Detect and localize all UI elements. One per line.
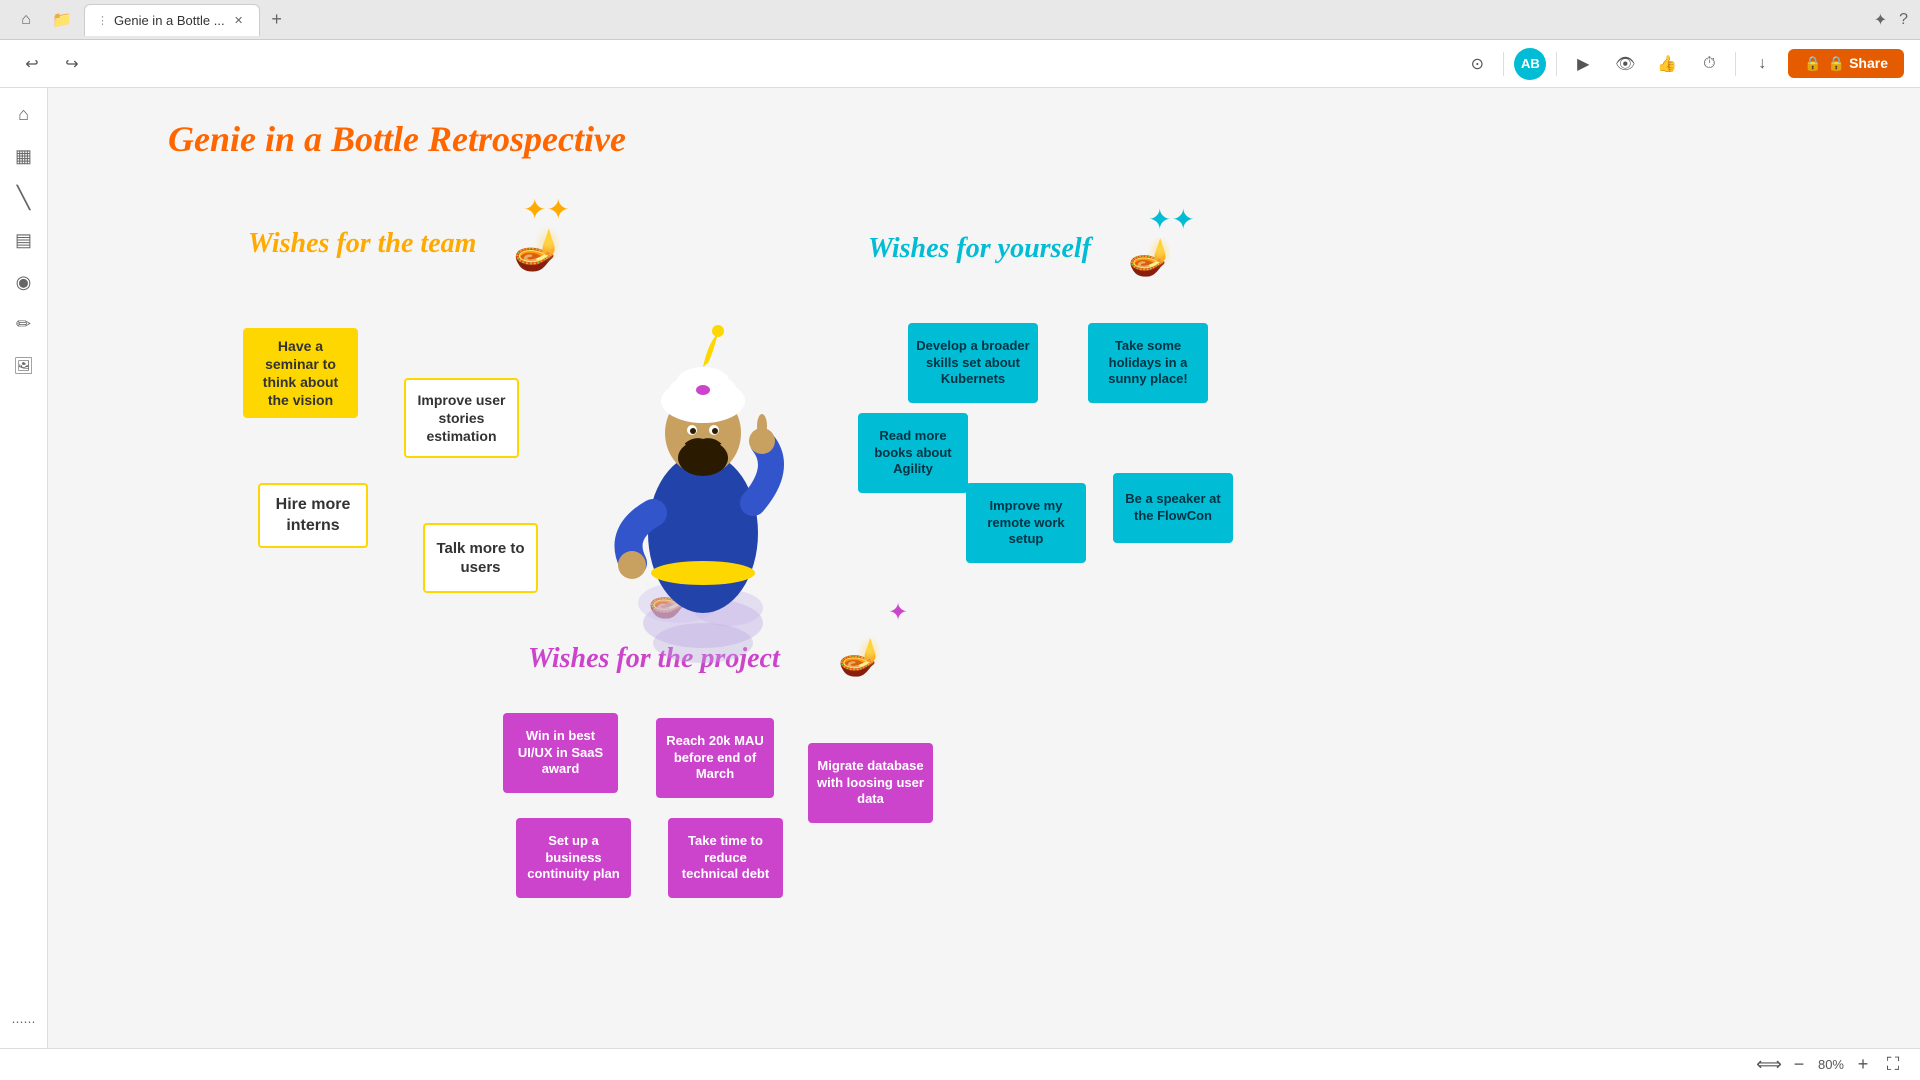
section-team-header: Wishes for the team (248, 228, 476, 260)
section-yourself-header: Wishes for yourself (868, 233, 1091, 265)
timer-btn[interactable]: ⏱ (1693, 48, 1725, 80)
canvas[interactable]: Genie in a Bottle Retrospective Wishes f… (48, 88, 1920, 1048)
nav-files[interactable]: 📁 (48, 6, 76, 34)
active-tab[interactable]: ⋮ Genie in a Bottle ... ✕ (84, 4, 260, 36)
avatar: AB (1514, 48, 1546, 80)
sidebar-item-shapes[interactable]: ◉ (6, 264, 42, 300)
sticky-project-database[interactable]: Migrate database with loosing user data (808, 743, 933, 823)
sidebar-item-home[interactable]: ⌂ (6, 96, 42, 132)
page-title: Genie in a Bottle Retrospective (168, 118, 626, 160)
sidebar-item-table[interactable]: ▤ (6, 222, 42, 258)
lamp-team-icon: 🪔 (513, 226, 563, 273)
main-area: ⌂ ▦ ╲ ▤ ◉ ✏ 🖼 ⋯⋯ Genie in a Bottle Retro… (0, 88, 1920, 1048)
tab-close-btn[interactable]: ✕ (231, 12, 247, 28)
toolbar: ↩ ↪ ⊙ AB ▶ 👁 👍 ⏱ ↓ 🔒 🔒 Share (0, 40, 1920, 88)
sticky-team-interns[interactable]: Hire more interns (258, 483, 368, 548)
sidebar-item-grid[interactable]: ▦ (6, 138, 42, 174)
tab-label: Genie in a Bottle ... (114, 13, 225, 28)
sticky-project-continuity[interactable]: Set up a business continuity plan (516, 818, 631, 898)
play-btn[interactable]: ▶ (1567, 48, 1599, 80)
zoom-controls: ⟺ − 80% + ⛶ (1758, 1054, 1904, 1076)
sticky-project-uiux[interactable]: Win in best UI/UX in SaaS award (503, 713, 618, 793)
toolbar-right: ⊙ AB ▶ 👁 👍 ⏱ ↓ 🔒 🔒 Share (1461, 48, 1904, 80)
fullscreen-btn[interactable]: ⛶ (1882, 1054, 1904, 1076)
browser-chrome: ⌂ 📁 ⋮ Genie in a Bottle ... ✕ + ✦ ? (0, 0, 1920, 40)
lock-icon: 🔒 (1804, 55, 1821, 72)
share-button[interactable]: 🔒 🔒 Share (1788, 49, 1904, 78)
tab-bar: ⋮ Genie in a Bottle ... ✕ + (84, 4, 1866, 36)
smoke-team-icon: ✦✦ (523, 193, 570, 226)
sticky-team-estimation[interactable]: Improve user stories estimation (404, 378, 519, 458)
zoom-out-btn[interactable]: − (1788, 1054, 1810, 1076)
toolbar-left: ↩ ↪ (16, 48, 88, 80)
smoke-project-icon: ✦ (888, 598, 908, 627)
sticky-yourself-books[interactable]: Read more books about Agility (858, 413, 968, 493)
sidebar-item-apps[interactable]: ⋯⋯ (6, 1004, 42, 1040)
bottom-bar: ⟺ − 80% + ⛶ (0, 1048, 1920, 1080)
redo-btn[interactable]: ↪ (56, 48, 88, 80)
capture-btn[interactable]: ⊙ (1461, 48, 1493, 80)
browser-actions: ✦ ? (1874, 10, 1908, 30)
share-label: 🔒 Share (1828, 55, 1888, 72)
sidebar-item-image[interactable]: 🖼 (6, 348, 42, 384)
sticky-yourself-flowcon[interactable]: Be a speaker at the FlowCon (1113, 473, 1233, 543)
bookmark-icon[interactable]: ✦ (1874, 10, 1887, 30)
zoom-in-btn[interactable]: + (1852, 1054, 1874, 1076)
toolbar-divider3 (1735, 52, 1736, 76)
sticky-team-vision[interactable]: Have a seminar to think about the vision (243, 328, 358, 418)
sticky-yourself-skills[interactable]: Develop a broader skills set about Kuber… (908, 323, 1038, 403)
lamp-yourself-icon: 🪔 (1128, 236, 1173, 278)
genie-figure (588, 283, 818, 673)
fit-to-screen-btn[interactable]: ⟺ (1758, 1054, 1780, 1076)
smoke-yourself-icon: ✦✦ (1148, 203, 1195, 236)
sticky-project-mau[interactable]: Reach 20k MAU before end of March (656, 718, 774, 798)
sidebar-item-pen[interactable]: ✏ (6, 306, 42, 342)
toolbar-divider (1503, 52, 1504, 76)
new-tab-btn[interactable]: + (264, 7, 290, 33)
undo-btn[interactable]: ↩ (16, 48, 48, 80)
help-icon[interactable]: ? (1899, 11, 1908, 29)
sticky-yourself-holidays[interactable]: Take some holidays in a sunny place! (1088, 323, 1208, 403)
thumbs-btn[interactable]: 👍 (1651, 48, 1683, 80)
sidebar-item-line[interactable]: ╲ (6, 180, 42, 216)
left-sidebar: ⌂ ▦ ╲ ▤ ◉ ✏ 🖼 ⋯⋯ (0, 88, 48, 1048)
nav-home[interactable]: ⌂ (12, 6, 40, 34)
download-btn[interactable]: ↓ (1746, 48, 1778, 80)
canvas-content: Genie in a Bottle Retrospective Wishes f… (48, 88, 1920, 1048)
view-btn[interactable]: 👁 (1609, 48, 1641, 80)
lamp-project-icon: 🪔 (838, 636, 883, 678)
sticky-yourself-remote[interactable]: Improve my remote work setup (966, 483, 1086, 563)
sticky-project-techdebt[interactable]: Take time to reduce technical debt (668, 818, 783, 898)
zoom-level: 80% (1818, 1057, 1844, 1072)
toolbar-divider2 (1556, 52, 1557, 76)
sticky-team-users[interactable]: Talk more to users (423, 523, 538, 593)
